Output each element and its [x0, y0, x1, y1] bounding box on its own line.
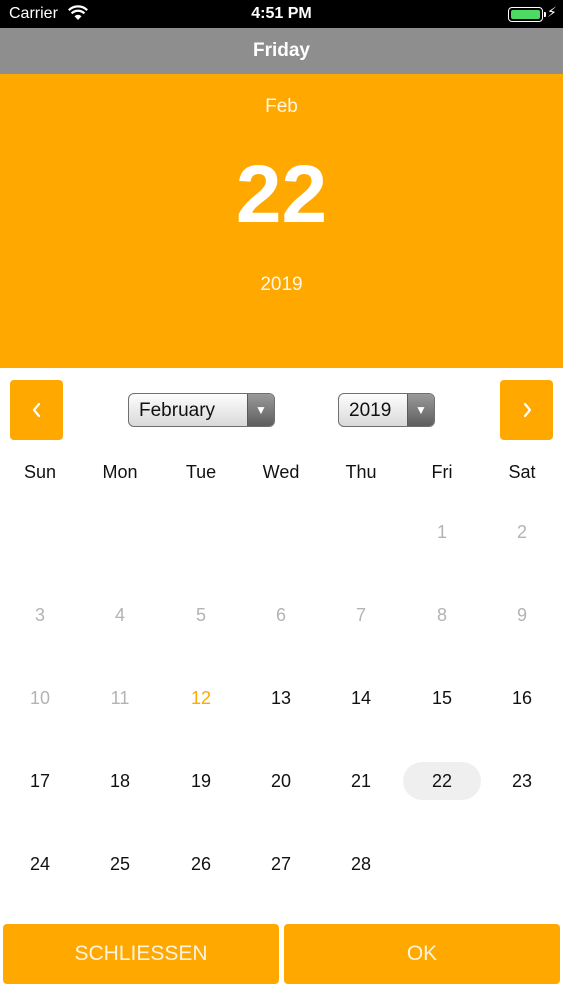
calendar-day[interactable]: 12 [161, 678, 241, 718]
calendar-day: 1 [436, 522, 447, 542]
dropdown-arrow-icon: ▼ [247, 394, 274, 426]
calendar-day: 3 [34, 605, 45, 625]
year-select[interactable]: 2019 ▼ [338, 393, 435, 427]
selected-date-header: Feb 22 2019 [0, 74, 563, 368]
chevron-right-icon [523, 402, 531, 418]
calendar-day: 5 [195, 605, 206, 625]
calendar-day[interactable]: 27 [241, 844, 321, 884]
weekday-label: Mon [102, 462, 138, 482]
calendar-day: 2 [516, 522, 527, 542]
calendar-day[interactable]: 20 [241, 761, 321, 801]
calendar-day: 4 [114, 605, 125, 625]
calendar-day[interactable]: 26 [161, 844, 241, 884]
close-button[interactable]: SCHLIESSEN [3, 924, 279, 984]
calendar-day[interactable]: 17 [0, 761, 80, 801]
calendar-day: 11 [110, 688, 130, 708]
calendar-day[interactable]: 22 [402, 761, 482, 801]
clock-time: 4:51 PM [251, 5, 312, 22]
chevron-left-icon [32, 402, 40, 418]
calendar-day: 6 [275, 605, 286, 625]
battery-icon [508, 7, 543, 22]
selected-month[interactable]: Feb [0, 96, 563, 118]
weekday-label: Sat [508, 462, 536, 482]
next-month-button[interactable] [500, 380, 553, 440]
weekday-label: Tue [185, 462, 217, 482]
calendar-day[interactable]: 28 [321, 844, 401, 884]
calendar-day[interactable]: 23 [482, 761, 562, 801]
weekday-label: Fri [431, 462, 453, 482]
weekday-title: Friday [252, 40, 311, 61]
previous-month-button[interactable] [10, 380, 63, 440]
dropdown-arrow-icon: ▼ [407, 394, 434, 426]
calendar-day[interactable]: 16 [482, 678, 562, 718]
calendar-day[interactable]: 19 [161, 761, 241, 801]
selected-day[interactable]: 22 [0, 148, 563, 242]
calendar-day[interactable]: 21 [321, 761, 401, 801]
calendar-day[interactable]: 25 [80, 844, 160, 884]
calendar-day: 8 [436, 605, 447, 625]
calendar-day: 9 [516, 605, 527, 625]
calendar-day[interactable]: 24 [0, 844, 80, 884]
calendar-day[interactable]: 15 [402, 678, 482, 718]
calendar-day[interactable]: 14 [321, 678, 401, 718]
ok-button[interactable]: OK [284, 924, 560, 984]
calendar-day: 7 [355, 605, 366, 625]
battery-nub [544, 12, 546, 17]
month-select[interactable]: February ▼ [128, 393, 275, 427]
weekday-label: Wed [262, 462, 300, 482]
weekday-label: Sun [23, 462, 57, 482]
calendar-day[interactable]: 18 [80, 761, 160, 801]
status-bar: Carrier 4:51 PM ⚡ [0, 0, 563, 28]
charging-bolt-icon: ⚡ [547, 4, 557, 20]
navigation-bar: Friday [0, 28, 563, 74]
calendar-day: 10 [29, 688, 51, 708]
year-select-value: 2019 [349, 400, 392, 421]
month-select-value: February [139, 400, 216, 421]
calendar-day[interactable]: 13 [241, 678, 321, 718]
selected-year[interactable]: 2019 [0, 274, 563, 296]
weekday-label: Thu [345, 462, 377, 482]
